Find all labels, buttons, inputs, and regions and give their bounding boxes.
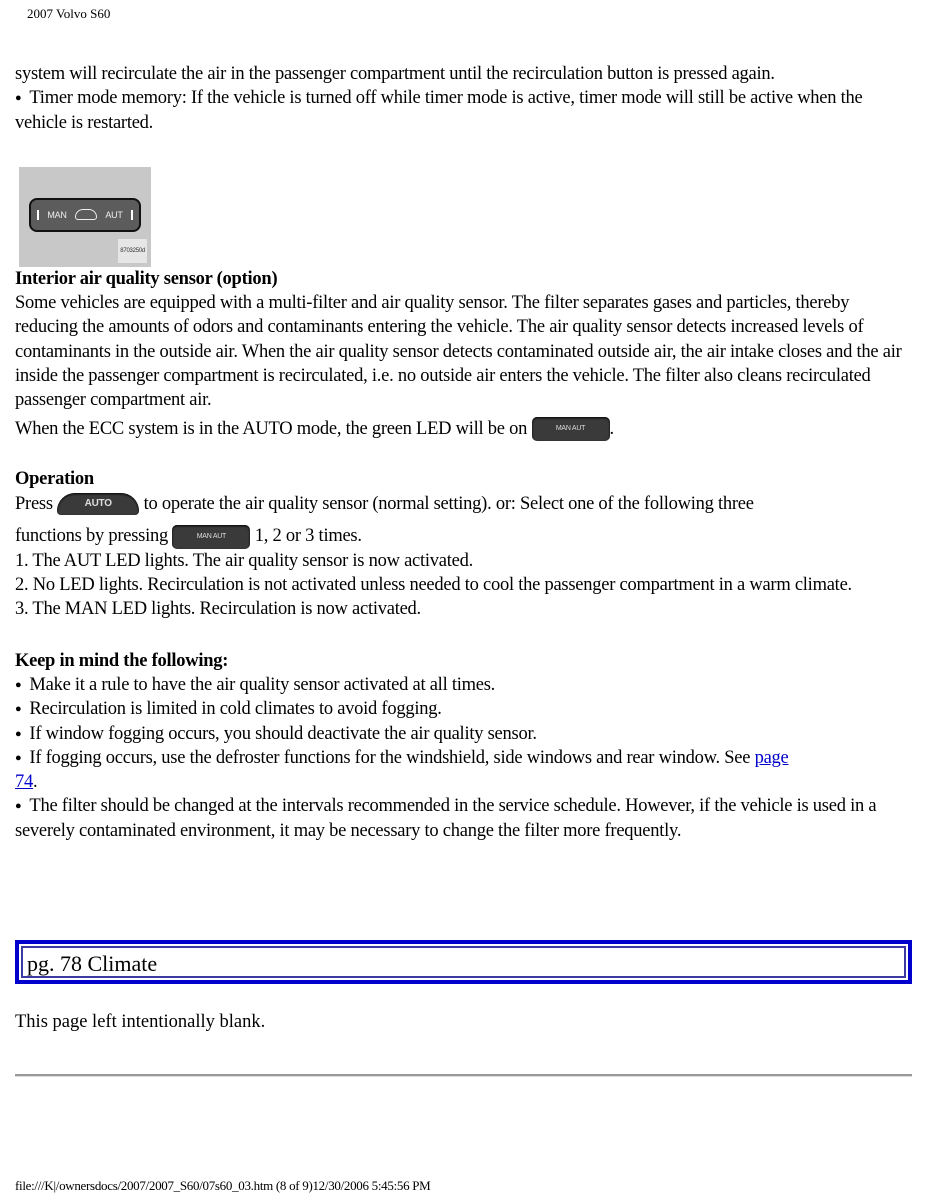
- auto-button-label: AUTO: [84, 498, 112, 510]
- ecc-button-inline-label-2: MAN AUT: [196, 532, 227, 540]
- keep-bullet-fogging: If fogging occurs, use the defroster fun…: [15, 746, 915, 795]
- fog-end: .: [33, 772, 38, 793]
- functions-rest-text: 1, 2 or 3 times.: [254, 526, 362, 547]
- ecc-button-inline-icon-2: MAN AUT: [172, 524, 251, 549]
- sensor-heading: Interior air quality sensor (option): [15, 268, 278, 289]
- step-1: 1. The AUT LED lights. The air quality s…: [15, 550, 473, 571]
- man-aut-button-image: MAN AUT: [29, 197, 141, 232]
- keep-bullet-2: Recirculation is limited in cold climate…: [15, 697, 915, 721]
- document-header: 2007 Volvo S60: [27, 6, 111, 21]
- sensor-body: Some vehicles are equipped with a multi-…: [15, 293, 902, 411]
- step-3: 3. The MAN LED lights. Recirculation is …: [15, 599, 421, 620]
- keep-bullet-1: Make it a rule to have the air quality s…: [15, 673, 915, 697]
- page-section-box: pg. 78 Climate: [15, 940, 912, 984]
- functions-text: functions by pressing: [15, 526, 169, 547]
- operation-heading: Operation: [15, 469, 94, 490]
- page-section-title: pg. 78 Climate: [21, 946, 906, 978]
- page-link-text: page: [754, 747, 789, 768]
- ecc-button-inline-icon: MAN AUT: [531, 417, 610, 442]
- auto-button-icon: AUTO: [57, 493, 140, 516]
- auto-mode-end: .: [609, 418, 615, 439]
- blank-page-note: This page left intentionally blank.: [15, 1012, 266, 1032]
- ecc-button-figure: MAN AUT 8703250d: [19, 166, 151, 267]
- figure-code: 8703250d: [118, 238, 147, 263]
- press-rest-text: to operate the air quality sensor (norma…: [143, 493, 754, 514]
- keep-bullet-3: If window fogging occurs, you should dea…: [15, 722, 915, 746]
- man-label: MAN: [47, 209, 67, 220]
- keep-in-mind-heading: Keep in mind the following:: [15, 650, 229, 671]
- fog-bullet-text: If fogging occurs, use the defroster fun…: [29, 747, 751, 768]
- page-link-number: 74: [15, 772, 33, 793]
- car-recirculation-icon: [75, 209, 97, 221]
- operation-functions-line: functions by pressing MAN AUT 1, 2 or 3 …: [15, 524, 915, 549]
- main-content: system will recirculate the air in the p…: [15, 62, 915, 843]
- horizontal-divider: [15, 1074, 912, 1077]
- aut-label: AUT: [105, 209, 123, 220]
- bullet-timer-memory: Timer mode memory: If the vehicle is tur…: [15, 86, 915, 135]
- intro-text: system will recirculate the air in the p…: [15, 64, 775, 84]
- step-2: 2. No LED lights. Recirculation is not a…: [15, 575, 852, 596]
- operation-press-line: Press AUTO to operate the air quality se…: [15, 492, 915, 516]
- led-right-icon: [131, 209, 133, 220]
- auto-mode-text: When the ECC system is in the AUTO mode,…: [15, 417, 915, 442]
- footer-path: file:///K|/ownersdocs/2007/2007_S60/07s6…: [15, 1178, 431, 1193]
- press-word: Press: [15, 493, 53, 514]
- ecc-button-inline-label: MAN AUT: [555, 425, 586, 433]
- led-left-icon: [37, 209, 39, 220]
- keep-bullet-filter: The filter should be changed at the inte…: [15, 794, 915, 843]
- auto-mode-sentence: When the ECC system is in the AUTO mode,…: [15, 418, 528, 439]
